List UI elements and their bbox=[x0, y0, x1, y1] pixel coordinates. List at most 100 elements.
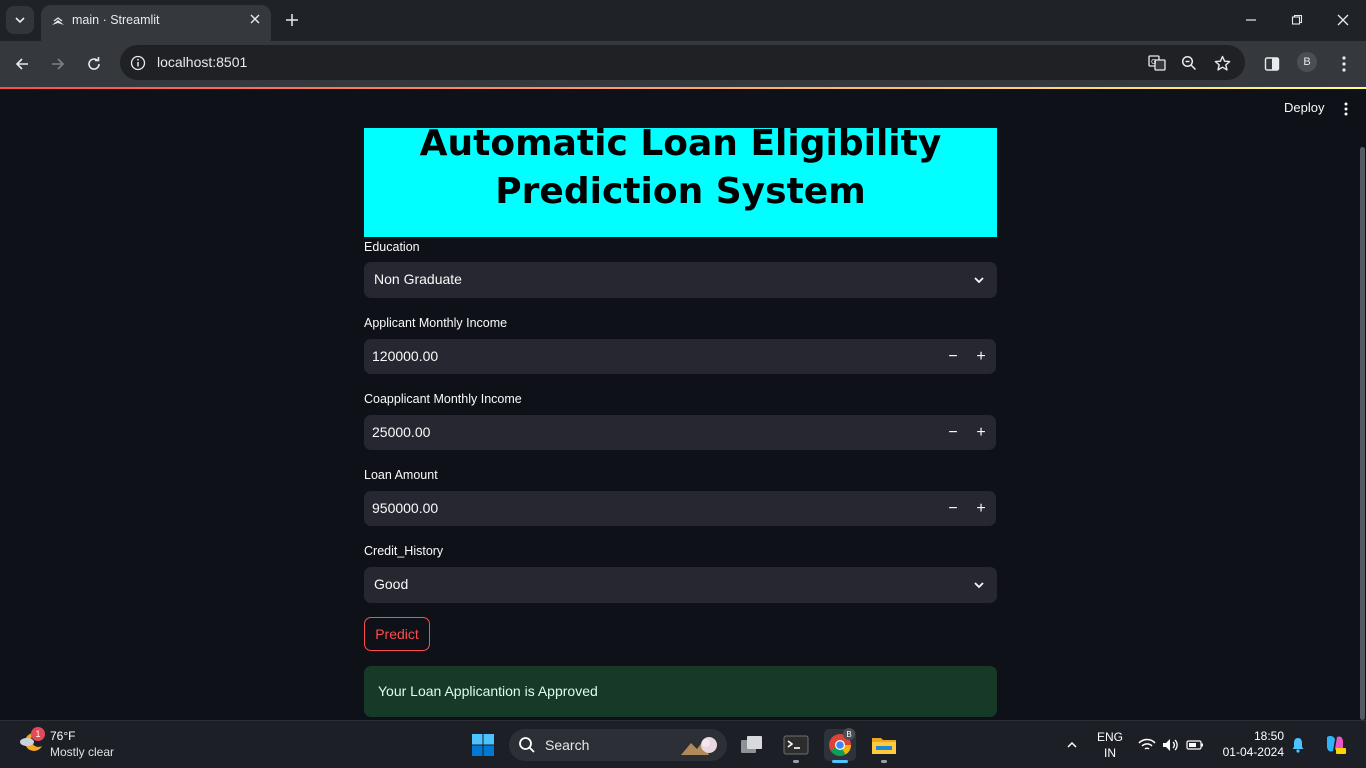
svg-text:G: G bbox=[1151, 58, 1156, 66]
minimize-icon bbox=[1246, 19, 1256, 21]
weather-badge: 1 bbox=[31, 727, 45, 741]
credit-history-value: Good bbox=[374, 576, 409, 592]
taskbar-search[interactable]: Search bbox=[509, 729, 727, 761]
reload-icon bbox=[88, 57, 100, 70]
profile-avatar[interactable]: B bbox=[1297, 52, 1317, 72]
streamlit-favicon-icon bbox=[52, 17, 64, 25]
restore-icon bbox=[1291, 14, 1303, 25]
coapplicant-income-value: 25000.00 bbox=[372, 424, 431, 440]
streamlit-app: Deploy Automatic Loan Eligibility Predic… bbox=[0, 89, 1366, 720]
scrollbar-thumb[interactable] bbox=[1360, 147, 1365, 720]
show-hidden-icons-button[interactable] bbox=[1062, 735, 1082, 755]
weather-desc[interactable]: Mostly clear bbox=[50, 745, 114, 759]
side-panel-icon bbox=[1264, 57, 1280, 71]
browser-toolbar: localhost:8501 G bbox=[0, 41, 1366, 87]
decrement-button[interactable]: − bbox=[939, 415, 967, 450]
close-window-button[interactable] bbox=[1328, 8, 1358, 32]
minimize-button[interactable] bbox=[1236, 8, 1266, 32]
language-indicator[interactable]: ENG bbox=[1097, 730, 1123, 744]
close-tab-icon[interactable] bbox=[247, 11, 263, 27]
language-region: IN bbox=[1104, 746, 1116, 760]
search-label: Search bbox=[545, 737, 590, 753]
copilot-icon[interactable] bbox=[1323, 732, 1347, 756]
search-icon bbox=[519, 737, 535, 753]
file-explorer-app[interactable] bbox=[868, 729, 900, 763]
chrome-app[interactable]: B bbox=[824, 728, 856, 763]
terminal-icon bbox=[783, 735, 809, 755]
address-bar[interactable]: localhost:8501 G bbox=[120, 45, 1245, 80]
clock-date[interactable]: 01-04-2024 bbox=[1210, 745, 1284, 759]
page-title-line-1: Automatic Loan Eligibility bbox=[419, 128, 942, 164]
site-info-icon[interactable] bbox=[128, 53, 148, 73]
credit-history-label: Credit_History bbox=[364, 544, 444, 558]
running-indicator bbox=[793, 760, 799, 763]
browser-menu-button[interactable] bbox=[1332, 52, 1356, 76]
decrement-button[interactable]: − bbox=[939, 491, 967, 526]
wifi-icon[interactable] bbox=[1137, 735, 1157, 755]
more-vertical-icon bbox=[1344, 102, 1348, 116]
forward-button[interactable] bbox=[46, 52, 70, 76]
coapplicant-income-input[interactable]: 25000.00 − + bbox=[364, 415, 996, 450]
folder-icon bbox=[872, 738, 896, 754]
plus-icon bbox=[286, 14, 298, 26]
clock-time[interactable]: 18:50 bbox=[1210, 729, 1284, 743]
increment-button[interactable]: + bbox=[967, 339, 995, 374]
app-menu-button[interactable] bbox=[1336, 99, 1356, 119]
arrow-left-icon bbox=[15, 58, 28, 70]
restore-button[interactable] bbox=[1282, 8, 1312, 32]
bookmark-star-icon[interactable] bbox=[1212, 53, 1232, 73]
predict-button[interactable]: Predict bbox=[364, 617, 430, 651]
battery-icon[interactable] bbox=[1185, 735, 1205, 755]
loan-amount-input[interactable]: 950000.00 − + bbox=[364, 491, 996, 526]
search-highlight-icon bbox=[681, 737, 717, 755]
close-icon bbox=[1337, 14, 1349, 26]
chevron-down-icon bbox=[971, 272, 987, 288]
increment-button[interactable]: + bbox=[967, 415, 995, 450]
education-select[interactable]: Non Graduate bbox=[364, 262, 997, 298]
back-button[interactable] bbox=[10, 52, 34, 76]
running-indicator bbox=[881, 760, 887, 763]
chrome-profile-badge: B bbox=[843, 728, 855, 740]
decrement-button[interactable]: − bbox=[939, 339, 967, 374]
title-banner: Automatic Loan Eligibility Prediction Sy… bbox=[364, 128, 997, 237]
taskbar: 1 76°F Mostly clear Search B ENG IN 18:5… bbox=[0, 720, 1366, 768]
loan-amount-value: 950000.00 bbox=[372, 500, 439, 516]
task-view-button[interactable] bbox=[736, 729, 768, 761]
side-panel-button[interactable] bbox=[1260, 52, 1284, 76]
credit-history-select[interactable]: Good bbox=[364, 567, 997, 603]
more-vertical-icon bbox=[1342, 56, 1346, 72]
browser-tab-bar: main · Streamlit bbox=[0, 0, 1366, 41]
windows-start-icon[interactable] bbox=[471, 733, 495, 757]
increment-button[interactable]: + bbox=[967, 491, 995, 526]
applicant-income-label: Applicant Monthly Income bbox=[364, 316, 508, 330]
task-view-icon bbox=[741, 736, 762, 753]
applicant-income-input[interactable]: 120000.00 − + bbox=[364, 339, 996, 374]
new-tab-button[interactable] bbox=[282, 10, 302, 30]
arrow-right-icon bbox=[52, 58, 65, 70]
zoom-icon[interactable] bbox=[1179, 53, 1199, 73]
running-indicator bbox=[832, 760, 848, 763]
education-value: Non Graduate bbox=[374, 271, 462, 287]
chevron-up-icon bbox=[1067, 741, 1077, 748]
education-label: Education bbox=[364, 240, 420, 254]
page-title-line-2: Prediction System bbox=[495, 171, 866, 212]
result-alert: Your Loan Applicantion is Approved bbox=[364, 666, 997, 717]
terminal-app[interactable] bbox=[780, 729, 812, 763]
result-message: Your Loan Applicantion is Approved bbox=[378, 683, 598, 699]
page-title: Automatic Loan Eligibility Prediction Sy… bbox=[364, 128, 997, 216]
chevron-down-icon bbox=[971, 577, 987, 593]
translate-icon[interactable]: G bbox=[1147, 53, 1167, 73]
browser-tab[interactable]: main · Streamlit bbox=[41, 5, 271, 41]
notification-bell-icon[interactable] bbox=[1288, 735, 1308, 755]
coapplicant-income-label: Coapplicant Monthly Income bbox=[364, 392, 522, 406]
reload-button[interactable] bbox=[82, 52, 106, 76]
applicant-income-value: 120000.00 bbox=[372, 348, 439, 364]
loan-amount-label: Loan Amount bbox=[364, 468, 438, 482]
volume-icon[interactable] bbox=[1161, 735, 1181, 755]
deploy-button[interactable]: Deploy bbox=[1276, 98, 1332, 117]
tab-search-button[interactable] bbox=[6, 6, 34, 34]
url-text: localhost:8501 bbox=[157, 54, 248, 70]
chevron-down-icon bbox=[15, 17, 25, 24]
tab-title: main · Streamlit bbox=[72, 13, 160, 27]
weather-temp[interactable]: 76°F bbox=[50, 729, 75, 743]
